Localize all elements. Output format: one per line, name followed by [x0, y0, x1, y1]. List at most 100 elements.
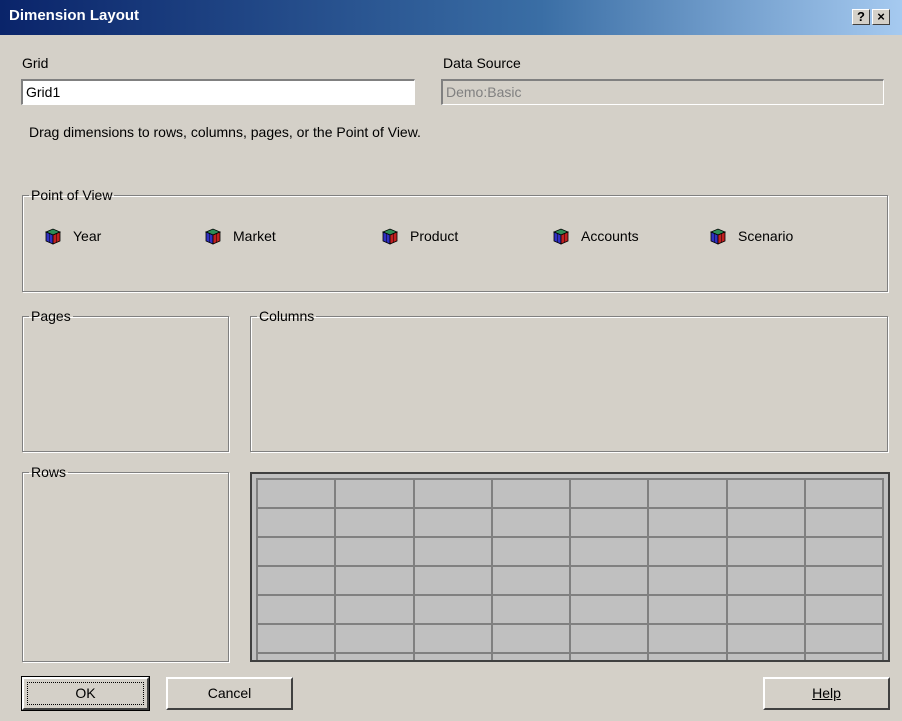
- cube-icon: [709, 228, 727, 245]
- grid-preview-cell: [412, 478, 493, 509]
- grid-preview-cell: [725, 478, 806, 509]
- grid-preview-cell: [412, 652, 493, 660]
- grid-preview-row: [255, 478, 885, 509]
- grid-preview-cell: [412, 565, 493, 596]
- dimension-layout-dialog: Dimension Layout ? × Grid Grid1 Data Sou…: [0, 0, 902, 721]
- dimension-market[interactable]: Market: [203, 226, 276, 246]
- cancel-button-label: Cancel: [207, 685, 252, 701]
- data-source-field: Demo:Basic: [441, 79, 884, 105]
- grid-preview-cell: [255, 507, 337, 538]
- grid-preview-cell: [568, 623, 650, 654]
- grid-preview-cell: [803, 652, 885, 660]
- instruction-text: Drag dimensions to rows, columns, pages,…: [29, 124, 421, 140]
- dimension-year[interactable]: Year: [43, 226, 101, 246]
- rows-label: Rows: [31, 464, 67, 480]
- grid-preview-cell: [255, 623, 337, 654]
- grid-preview-cell: [334, 507, 415, 538]
- grid-preview-cell: [412, 507, 493, 538]
- grid-preview-cell: [568, 507, 650, 538]
- grid-preview-cell: [255, 594, 337, 625]
- grid-preview-cell: [334, 594, 415, 625]
- grid-preview-cell: [255, 652, 337, 660]
- grid-preview-cell: [803, 565, 885, 596]
- grid-preview-cell: [334, 478, 415, 509]
- grid-preview-cell: [334, 536, 415, 567]
- grid-preview-cell: [647, 652, 728, 660]
- grid-preview-cell: [725, 594, 806, 625]
- help-button-label: Help: [812, 685, 841, 701]
- cancel-button[interactable]: Cancel: [166, 677, 293, 710]
- data-source-label: Data Source: [443, 55, 521, 71]
- grid-preview-cell: [568, 594, 650, 625]
- grid-preview-cell: [490, 478, 572, 509]
- grid-preview-cell: [803, 536, 885, 567]
- point-of-view-label: Point of View: [31, 187, 113, 203]
- grid-preview-cell: [334, 623, 415, 654]
- grid-preview-cell: [255, 565, 337, 596]
- grid-preview-cell: [803, 478, 885, 509]
- grid-preview-cell: [490, 507, 572, 538]
- grid-preview-cell: [725, 507, 806, 538]
- grid-preview-cell: [647, 594, 728, 625]
- grid-preview-cell: [647, 536, 728, 567]
- grid-preview-cell: [334, 565, 415, 596]
- grid-preview-cell: [490, 565, 572, 596]
- help-title-button[interactable]: ?: [852, 9, 870, 25]
- grid-preview-row: [255, 507, 885, 538]
- grid-preview-cell: [725, 565, 806, 596]
- pages-group[interactable]: Pages: [22, 308, 229, 452]
- grid-preview-cell: [568, 536, 650, 567]
- pages-label: Pages: [31, 308, 71, 324]
- grid-preview-cell: [803, 623, 885, 654]
- grid-preview-cell: [803, 594, 885, 625]
- columns-group[interactable]: Columns: [250, 308, 888, 452]
- dimension-product[interactable]: Product: [380, 226, 458, 246]
- ok-button[interactable]: OK: [21, 676, 150, 711]
- grid-preview-cell: [490, 623, 572, 654]
- focus-rect: [27, 682, 144, 705]
- grid-preview-cell: [803, 507, 885, 538]
- rows-group[interactable]: Rows: [22, 464, 229, 662]
- grid-preview-row: [255, 565, 885, 596]
- grid-preview-cell: [255, 536, 337, 567]
- grid-name-input[interactable]: Grid1: [21, 79, 415, 105]
- dimension-accounts[interactable]: Accounts: [551, 226, 639, 246]
- cube-icon: [381, 228, 399, 245]
- grid-preview-cell: [255, 478, 337, 509]
- grid-preview-cell: [412, 536, 493, 567]
- grid-preview-cell: [412, 623, 493, 654]
- grid-preview-cell: [647, 565, 728, 596]
- title-bar[interactable]: Dimension Layout ? ×: [0, 0, 902, 35]
- dimension-label: Scenario: [738, 228, 794, 244]
- grid-label: Grid: [22, 55, 49, 71]
- cube-icon: [204, 228, 222, 245]
- grid-preview-cell: [725, 536, 806, 567]
- grid-preview-table: [255, 478, 885, 660]
- close-title-button[interactable]: ×: [872, 9, 890, 25]
- dimension-label: Product: [410, 228, 459, 244]
- grid-preview-cell: [334, 652, 415, 660]
- grid-preview-cell: [568, 565, 650, 596]
- cube-icon: [44, 228, 62, 245]
- grid-preview-cell: [647, 623, 728, 654]
- window-title: Dimension Layout: [9, 7, 140, 24]
- grid-preview-row: [255, 594, 885, 625]
- grid-preview-row: [255, 536, 885, 567]
- grid-preview-cell: [725, 652, 806, 660]
- point-of-view-group[interactable]: Point of View Year Market Product Accounts S…: [22, 187, 888, 292]
- grid-preview-cell: [647, 478, 728, 509]
- grid-preview-cell: [568, 652, 650, 660]
- dimension-label: Market: [233, 228, 276, 244]
- grid-preview-cell: [568, 478, 650, 509]
- dimension-label: Year: [73, 228, 102, 244]
- help-button[interactable]: Help: [763, 677, 890, 710]
- grid-preview-row: [255, 652, 885, 660]
- dimension-label: Accounts: [581, 228, 639, 244]
- grid-preview-row: [255, 623, 885, 654]
- grid-preview-cell: [490, 594, 572, 625]
- cube-icon: [552, 228, 570, 245]
- grid-preview-cell: [725, 623, 806, 654]
- dimension-scenario[interactable]: Scenario: [708, 226, 793, 246]
- grid-preview: [250, 472, 890, 662]
- grid-preview-cell: [490, 536, 572, 567]
